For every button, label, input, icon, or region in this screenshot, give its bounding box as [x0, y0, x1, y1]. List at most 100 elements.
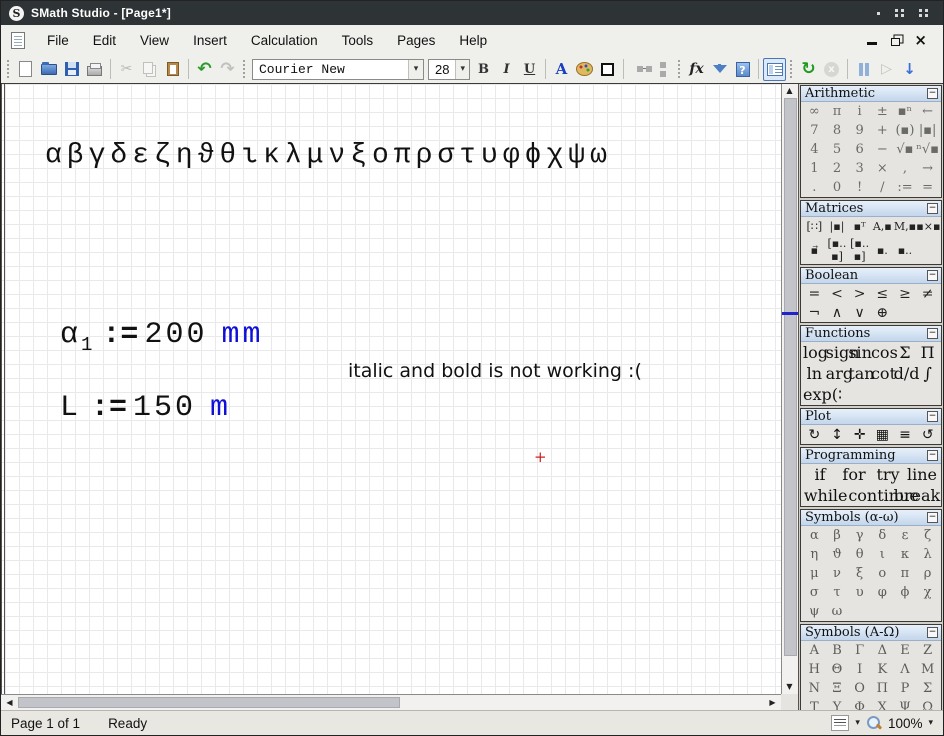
collapse-icon[interactable]: −: [927, 88, 938, 99]
window-maximize-button[interactable]: [895, 9, 905, 17]
collapse-icon[interactable]: −: [927, 270, 938, 281]
menu-file[interactable]: File: [35, 29, 81, 52]
recalculate-button[interactable]: ↻: [797, 58, 820, 81]
palette-button-symbols-Μ[interactable]: Μ: [916, 661, 939, 678]
palette-button-symbols-Τ[interactable]: Τ: [803, 699, 826, 710]
palette-button-boolean-<[interactable]: <: [826, 285, 849, 303]
mdi-restore-button[interactable]: [891, 38, 900, 46]
open-button[interactable]: [37, 58, 60, 81]
palette-button-programming-break[interactable]: break: [894, 485, 939, 506]
palette-button-matrices-A,▪[interactable]: A,▪: [871, 219, 894, 234]
print-button[interactable]: [83, 58, 106, 81]
palette-button-arithmetic-▪ⁿ[interactable]: ▪ⁿ: [894, 103, 917, 120]
palette-button-matrices-▪.[interactable]: ▪.: [871, 243, 894, 258]
palette-button-arithmetic-←[interactable]: ←: [916, 103, 939, 120]
palette-button-symbols-Ζ[interactable]: Ζ: [916, 642, 939, 659]
palette-button-arithmetic-2[interactable]: 2: [826, 160, 849, 177]
palette-button-arithmetic-−[interactable]: −: [871, 141, 894, 158]
palette-button-arithmetic-|▪|[interactable]: |▪|: [916, 122, 939, 139]
palette-button-symbols-ν[interactable]: ν: [826, 565, 849, 582]
palette-button-symbols-Α[interactable]: Α: [803, 642, 826, 659]
palette-button-arithmetic-9[interactable]: 9: [848, 122, 871, 139]
scroll-left-icon[interactable]: ◀: [2, 697, 17, 709]
collapse-icon[interactable]: −: [927, 411, 938, 422]
palette-button-symbols-χ[interactable]: χ: [916, 584, 939, 601]
palette-button-arithmetic-,[interactable]: ,: [894, 160, 917, 177]
chevron-down-icon[interactable]: ▾: [408, 60, 423, 79]
palette-button-arithmetic-i[interactable]: i: [848, 103, 871, 120]
mdi-close-button[interactable]: ×: [914, 34, 927, 46]
panel-header[interactable]: Functions−: [801, 326, 941, 342]
palette-button-symbols-ζ[interactable]: ζ: [916, 527, 939, 544]
palette-button-arithmetic-.[interactable]: .: [803, 179, 826, 196]
palette-button-symbols-Κ[interactable]: Κ: [871, 661, 894, 678]
menu-tools[interactable]: Tools: [330, 29, 386, 52]
insert-function-button[interactable]: fx: [685, 58, 708, 81]
palette-button-arithmetic-∞[interactable]: ∞: [803, 103, 826, 120]
paste-button[interactable]: [161, 58, 184, 81]
palette-button-symbols-φ[interactable]: φ: [871, 584, 894, 601]
palette-button-arithmetic-ⁿ√▪[interactable]: ⁿ√▪: [916, 141, 939, 158]
palette-button-functions-sin[interactable]: sin: [848, 342, 871, 363]
palette-button-functions-(∶[interactable]: (∶: [826, 384, 849, 405]
palette-button-symbols-Η[interactable]: Η: [803, 661, 826, 678]
palette-button-arithmetic-√▪[interactable]: √▪: [894, 141, 917, 158]
palette-button-programming-line[interactable]: line: [905, 464, 939, 485]
chevron-down-icon[interactable]: ▾: [855, 718, 860, 728]
palette-button-arithmetic-±[interactable]: ±: [871, 103, 894, 120]
palette-button-boolean-∨[interactable]: ∨: [848, 304, 871, 322]
palette-button-functions-sign[interactable]: sign: [826, 342, 849, 363]
scroll-right-icon[interactable]: ▶: [765, 697, 780, 709]
panel-header[interactable]: Arithmetic−: [801, 86, 941, 102]
palette-button-functions-exp[interactable]: exp: [803, 384, 826, 405]
redo-button[interactable]: ↷: [216, 58, 239, 81]
palette-button-arithmetic-+[interactable]: +: [871, 122, 894, 139]
palette-button-arithmetic-/[interactable]: /: [871, 179, 894, 196]
palette-button-arithmetic-π[interactable]: π: [826, 103, 849, 120]
palette-button-symbols-Φ[interactable]: Φ: [848, 699, 871, 710]
palette-button-boolean-≤[interactable]: ≤: [871, 285, 894, 303]
palette-button-symbols-ψ[interactable]: ψ: [803, 603, 826, 620]
palette-button-symbols-ο[interactable]: ο: [871, 565, 894, 582]
palette-button-arithmetic-7[interactable]: 7: [803, 122, 826, 139]
palette-button-symbols-Ξ[interactable]: Ξ: [826, 680, 849, 697]
palette-button-symbols-Θ[interactable]: Θ: [826, 661, 849, 678]
vertical-scrollbar[interactable]: ▲ ▼: [781, 84, 798, 694]
toolbar-grip[interactable]: [242, 59, 247, 79]
palette-button-symbols-Γ[interactable]: Γ: [848, 642, 871, 659]
vertical-scroll-thumb[interactable]: [784, 98, 797, 656]
chevron-down-icon[interactable]: ▾: [455, 60, 469, 79]
palette-button-plot-▦[interactable]: ▦: [871, 426, 894, 444]
palette-button-matrices-M,▪[interactable]: M,▪: [894, 219, 917, 234]
panel-header[interactable]: Programming−: [801, 448, 941, 464]
palette-button-boolean-∧[interactable]: ∧: [826, 304, 849, 322]
palette-button-arithmetic-4[interactable]: 4: [803, 141, 826, 158]
pause-button[interactable]: [852, 58, 875, 81]
palette-button-plot-↻[interactable]: ↻: [803, 426, 826, 444]
filter-button[interactable]: [708, 58, 731, 81]
palette-button-symbols-τ[interactable]: τ: [826, 584, 849, 601]
palette-button-boolean->[interactable]: >: [848, 285, 871, 303]
border-button[interactable]: [596, 58, 619, 81]
collapse-icon[interactable]: −: [927, 328, 938, 339]
panel-header[interactable]: Matrices−: [801, 201, 941, 217]
panel-header[interactable]: Boolean−: [801, 268, 941, 284]
palette-button-symbols-Δ[interactable]: Δ: [871, 642, 894, 659]
palette-button-symbols-γ[interactable]: γ: [848, 527, 871, 544]
palette-button-plot-≡[interactable]: ≡: [894, 426, 917, 444]
collapse-icon[interactable]: −: [927, 512, 938, 523]
toolbar-grip[interactable]: [677, 59, 682, 79]
palette-button-matrices-|▪|[interactable]: |▪|: [826, 219, 849, 234]
document-icon[interactable]: [11, 32, 25, 49]
play-button[interactable]: ▷: [875, 58, 898, 81]
italic-button[interactable]: I: [495, 58, 518, 81]
palette-button-matrices-▪⃗[interactable]: ▪⃗: [803, 243, 826, 258]
formula-alpha[interactable]: α1:=200mm: [60, 318, 263, 356]
toolbar-grip[interactable]: [6, 59, 11, 79]
palette-button-arithmetic-![interactable]: !: [848, 179, 871, 196]
background-color-button[interactable]: [573, 58, 596, 81]
font-color-button[interactable]: A: [550, 58, 573, 81]
palette-button-symbols-Β[interactable]: Β: [826, 642, 849, 659]
palette-button-programming-while[interactable]: while: [803, 485, 848, 506]
palette-button-symbols-ω[interactable]: ω: [826, 603, 849, 620]
